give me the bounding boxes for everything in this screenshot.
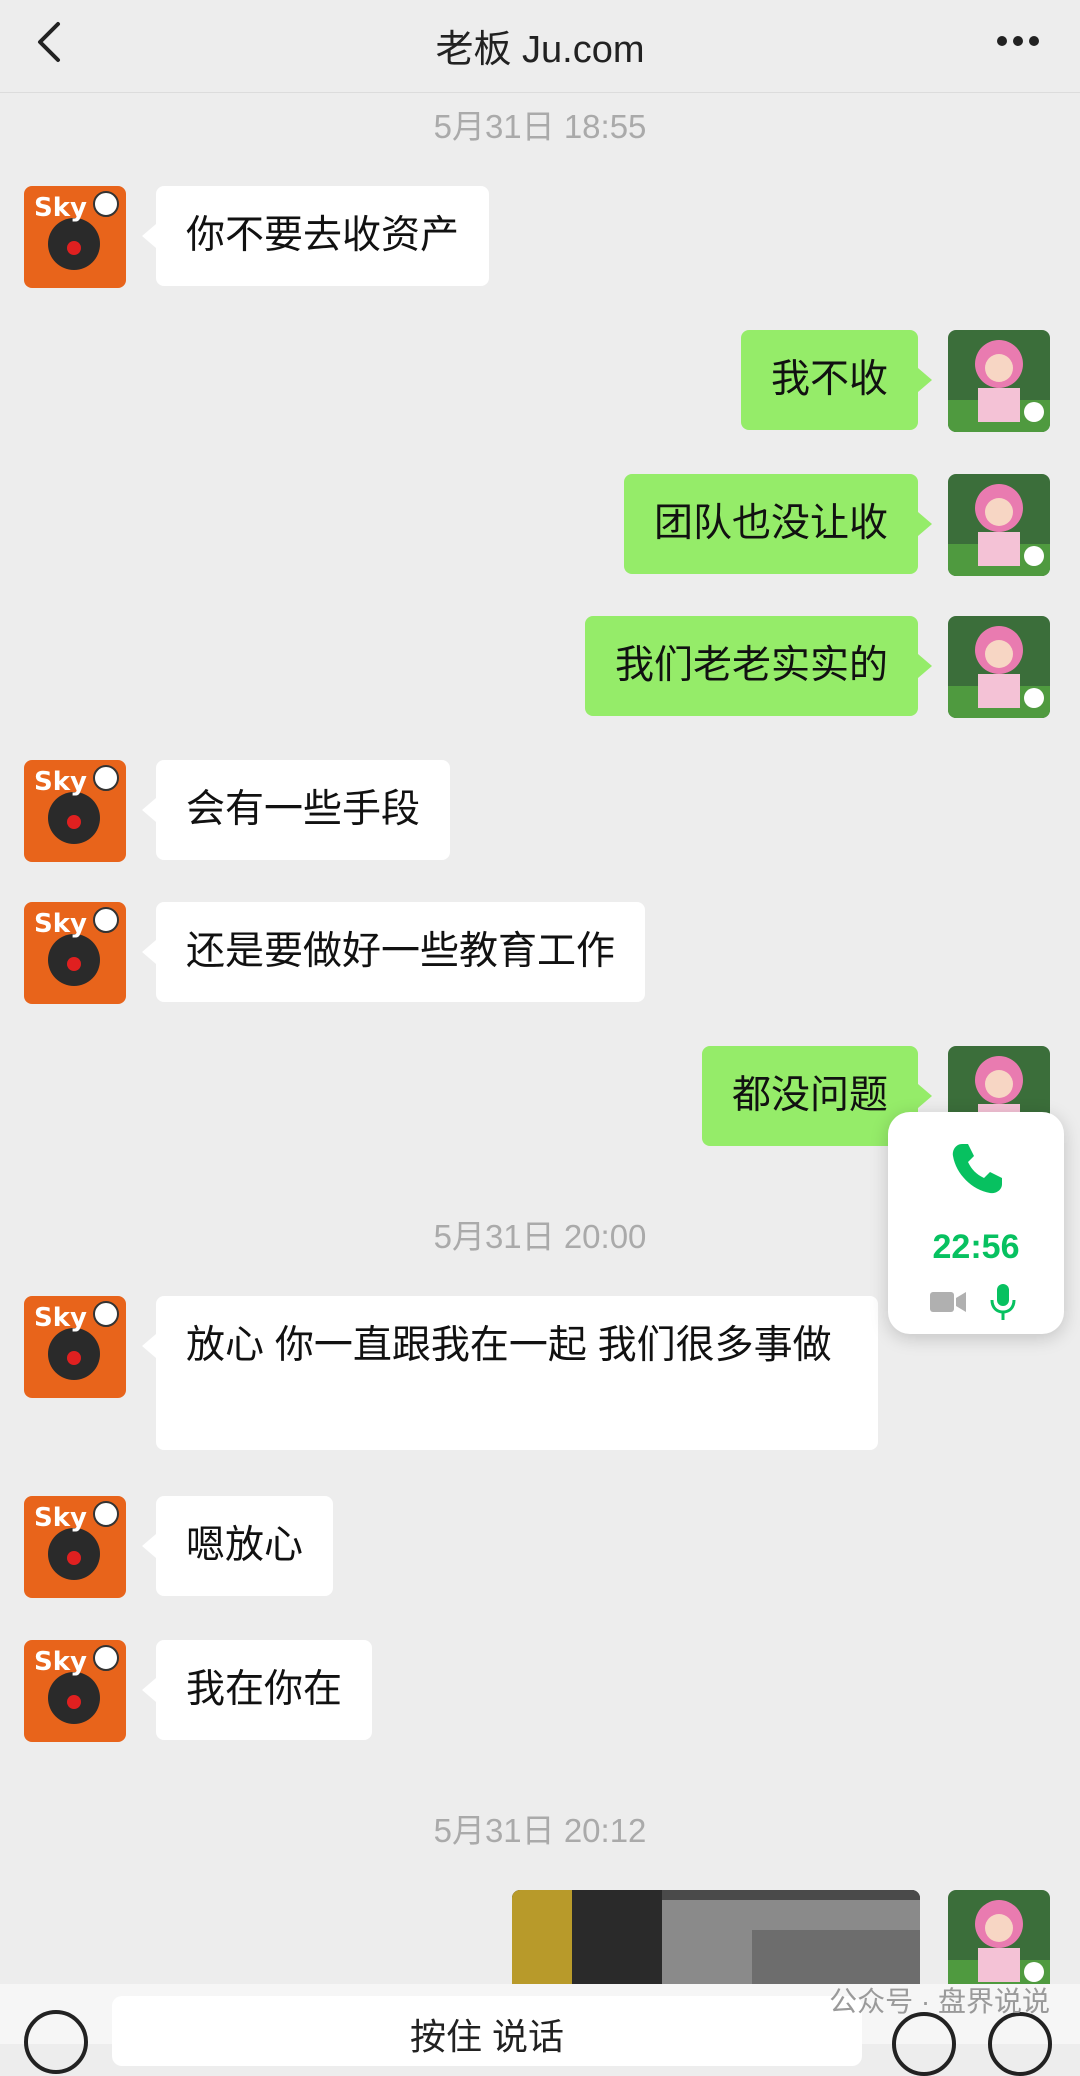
- self-avatar[interactable]: [948, 474, 1050, 576]
- contact-avatar[interactable]: Sky: [24, 1640, 126, 1742]
- message-bubble-incoming[interactable]: 嗯放心: [141, 1496, 334, 1596]
- floating-call-widget[interactable]: 22:56: [888, 1112, 1064, 1334]
- voice-input-icon[interactable]: [24, 2010, 88, 2074]
- message-bubble-outgoing[interactable]: 我不收: [740, 330, 933, 430]
- self-avatar[interactable]: [948, 330, 1050, 432]
- microphone-icon[interactable]: [988, 1282, 1018, 1322]
- message-bubble-incoming[interactable]: 放心 你一直跟我在一起 我们很多事做: [142, 1296, 878, 1450]
- contact-avatar[interactable]: Sky: [24, 760, 126, 862]
- timestamp: 5月31日 18:55: [433, 108, 647, 145]
- svg-text:Sky: Sky: [34, 909, 87, 939]
- svg-text:Sky: Sky: [34, 193, 87, 223]
- svg-text:Sky: Sky: [34, 767, 87, 797]
- message-bubble-outgoing[interactable]: 团队也没让收: [623, 474, 933, 574]
- contact-avatar[interactable]: Sky: [24, 1296, 126, 1398]
- message-bubble-incoming[interactable]: 还是要做好一些教育工作: [141, 902, 646, 1002]
- more-options-icon[interactable]: [994, 26, 1042, 56]
- plus-icon[interactable]: [988, 2012, 1052, 2076]
- contact-avatar[interactable]: Sky: [24, 1496, 126, 1598]
- contact-avatar[interactable]: Sky: [24, 902, 126, 1004]
- call-duration: 22:56: [932, 1228, 1020, 1266]
- emoji-icon[interactable]: [892, 2012, 956, 2076]
- video-camera-icon[interactable]: [928, 1288, 968, 1316]
- contact-avatar[interactable]: Sky: [24, 186, 126, 288]
- chat-title: 老板 Ju.com: [435, 29, 645, 71]
- message-bubble-outgoing[interactable]: 都没问题: [701, 1046, 933, 1146]
- message-bubble-incoming[interactable]: 你不要去收资产: [141, 186, 490, 286]
- svg-text:Sky: Sky: [34, 1303, 87, 1333]
- svg-text:Sky: Sky: [34, 1647, 87, 1677]
- hold-to-talk-label: 按住 说话: [409, 2016, 564, 2057]
- self-avatar[interactable]: [948, 616, 1050, 718]
- svg-text:Sky: Sky: [34, 1503, 87, 1533]
- timestamp: 5月31日 20:12: [433, 1812, 647, 1849]
- watermark: 公众号 · 盘界说说: [829, 1986, 1050, 2017]
- message-bubble-incoming[interactable]: 会有一些手段: [141, 760, 451, 860]
- phone-icon: [952, 1144, 1002, 1194]
- hold-to-talk-button[interactable]: 按住 说话: [112, 1996, 862, 2066]
- message-bubble-outgoing[interactable]: 我们老老实实的: [584, 616, 933, 716]
- chat-header: 老板 Ju.com: [0, 0, 1080, 93]
- message-bubble-incoming[interactable]: 我在你在: [141, 1640, 373, 1740]
- self-avatar[interactable]: [948, 1890, 1050, 1992]
